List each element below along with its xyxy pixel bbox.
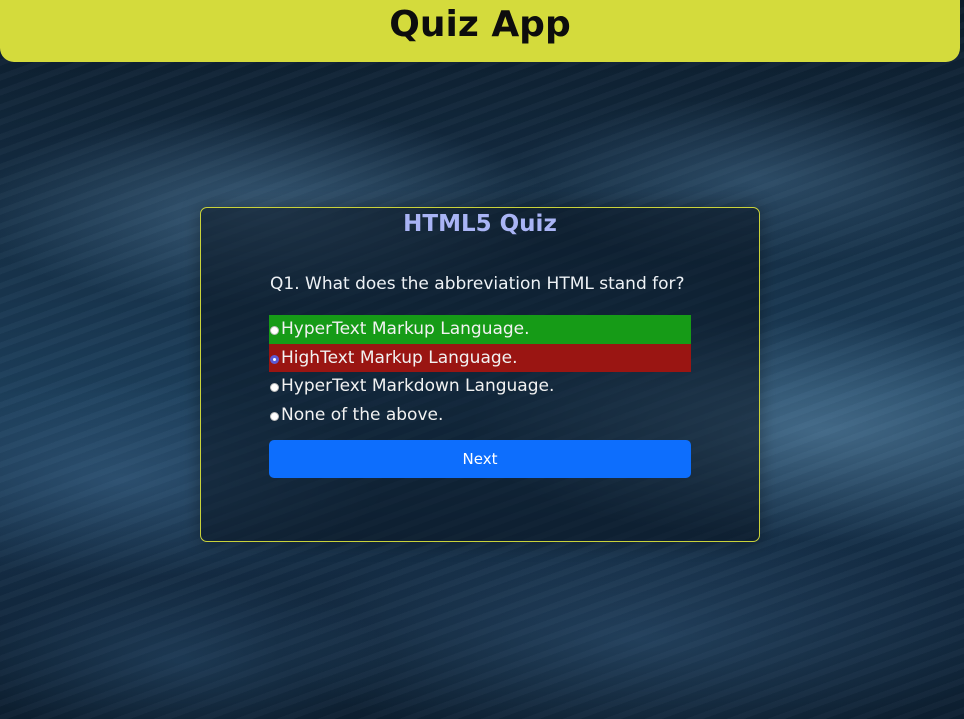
answer-option-label: HyperText Markdown Language. [281, 376, 555, 397]
answer-option-4[interactable]: None of the above. [269, 401, 691, 430]
app-header: Quiz App [0, 0, 960, 62]
radio-button-icon[interactable] [270, 326, 279, 336]
answer-option-1[interactable]: HyperText Markup Language. [269, 315, 691, 344]
radio-button-icon[interactable] [270, 383, 279, 393]
answer-option-3[interactable]: HyperText Markdown Language. [269, 372, 691, 401]
radio-button-icon[interactable] [270, 411, 279, 421]
quiz-card: HTML5 Quiz Q1. What does the abbreviatio… [200, 207, 760, 542]
answer-option-label: HyperText Markup Language. [281, 319, 530, 340]
answer-options: HyperText Markup Language. HighText Mark… [269, 315, 691, 429]
radio-button-selected-icon[interactable] [270, 354, 279, 364]
answer-option-2[interactable]: HighText Markup Language. [269, 343, 691, 372]
quiz-title: HTML5 Quiz [403, 211, 557, 237]
next-button[interactable]: Next [269, 440, 691, 478]
question-text: Q1. What does the abbreviation HTML stan… [270, 274, 685, 294]
answer-option-label: None of the above. [281, 404, 444, 425]
answer-option-label: HighText Markup Language. [281, 347, 518, 368]
app-title: Quiz App [389, 4, 571, 45]
